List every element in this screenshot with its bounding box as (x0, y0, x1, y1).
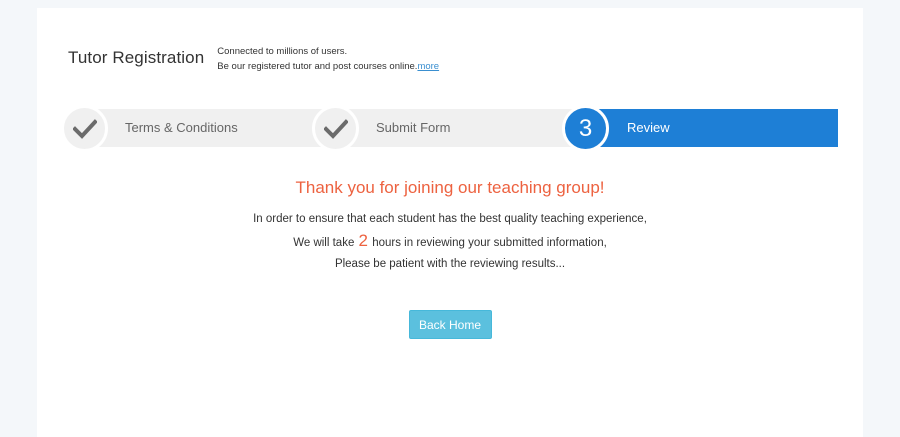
step-3-bar (584, 109, 838, 147)
page-subtitle: Connected to millions of users. Be our r… (217, 44, 439, 74)
progress-steps: Terms & Conditions Submit Form 3 Review (61, 105, 838, 152)
review-hours: 2 (358, 231, 369, 250)
step-1-circle (61, 105, 108, 152)
page-title: Tutor Registration (68, 48, 205, 67)
registration-card: Tutor Registration Connected to millions… (37, 8, 863, 437)
check-icon (323, 118, 348, 139)
check-icon (72, 118, 97, 139)
info-line-2-suffix: hours in reviewing your submitted inform… (369, 237, 607, 249)
page-header: Tutor Registration Connected to millions… (68, 44, 439, 74)
step-3-number: 3 (578, 114, 593, 142)
info-line-2: We will take 2 hours in reviewing your s… (37, 230, 863, 254)
back-home-button[interactable]: Back Home (408, 310, 492, 339)
info-line-3: Please be patient with the reviewing res… (334, 258, 566, 270)
info-line-2-prefix: We will take (293, 237, 358, 249)
info-line-1: In order to ensure that each student has… (253, 213, 647, 225)
step-3-label: Review (627, 120, 670, 135)
thanks-heading: Thank you for joining our teaching group… (295, 178, 605, 197)
step-2-circle (312, 105, 359, 152)
subtitle-line-2-text: Be our registered tutor and post courses… (217, 61, 418, 72)
subtitle-line-2: Be our registered tutor and post courses… (217, 59, 439, 74)
step-2-label: Submit Form (376, 120, 451, 135)
step-3-circle: 3 (562, 105, 609, 152)
step-1-label: Terms & Conditions (125, 120, 238, 135)
confirmation-message: Thank you for joining our teaching group… (37, 178, 863, 339)
subtitle-line-1: Connected to millions of users. (217, 46, 348, 57)
step-2-bar (333, 109, 584, 147)
more-link[interactable]: more (417, 61, 439, 72)
